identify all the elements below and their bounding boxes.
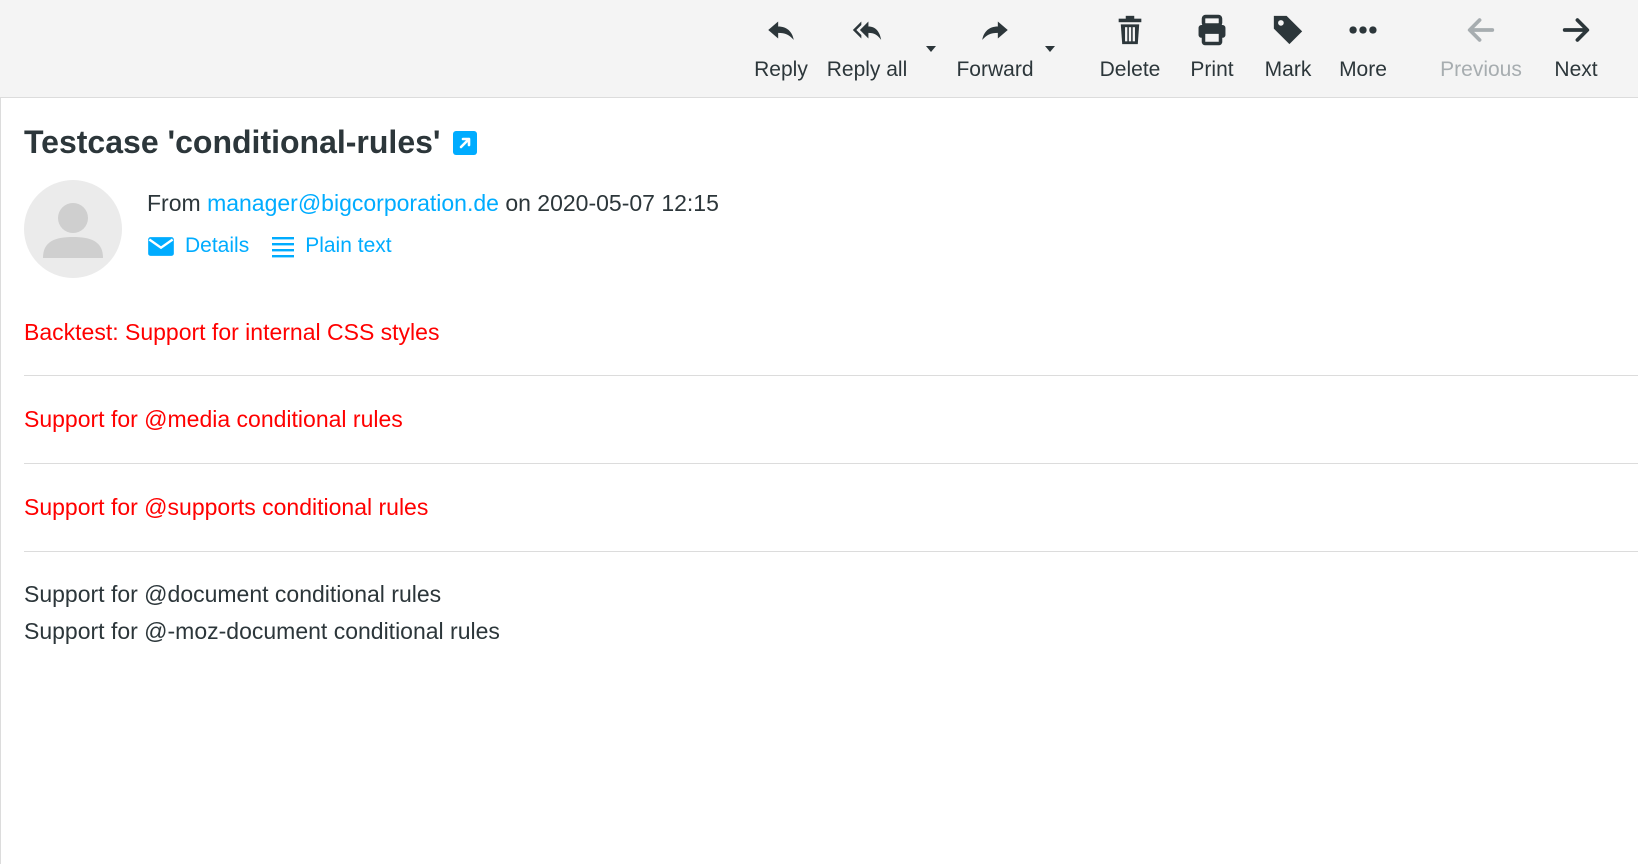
forward-button[interactable]: Forward — [952, 10, 1038, 90]
more-button[interactable]: More — [1334, 10, 1392, 90]
previous-button[interactable]: Previous — [1436, 10, 1526, 90]
sender-email-link[interactable]: manager@bigcorporation.de — [207, 190, 499, 216]
body-line-internal-css: Backtest: Support for internal CSS style… — [24, 319, 440, 345]
previous-label: Previous — [1440, 58, 1522, 81]
reply-all-label: Reply all — [826, 58, 908, 81]
printer-icon — [1192, 10, 1232, 50]
reply-all-button[interactable]: Reply all — [818, 10, 916, 90]
body-divider — [24, 375, 1638, 376]
body-divider — [24, 551, 1638, 552]
arrow-right-icon — [1556, 10, 1596, 50]
lines-icon — [272, 237, 295, 258]
message-toolbar: Reply Reply all Forward Delete Print Mar… — [0, 0, 1638, 98]
print-label: Print — [1190, 58, 1234, 81]
reply-all-dropdown-caret-icon[interactable] — [924, 42, 938, 56]
message-date: on 2020-05-07 12:15 — [505, 190, 719, 216]
mark-button[interactable]: Mark — [1260, 10, 1316, 90]
details-label: Details — [185, 234, 250, 257]
from-line: From manager@bigcorporation.de on 2020-0… — [147, 190, 719, 217]
pane-left-border — [0, 98, 1, 864]
trash-icon — [1110, 10, 1150, 50]
body-line-supports: Support for @supports conditional rules — [24, 494, 429, 520]
forward-icon — [975, 10, 1015, 50]
subject-text: Testcase 'conditional-rules' — [24, 124, 441, 160]
reply-label: Reply — [754, 58, 808, 81]
reply-icon — [761, 10, 801, 50]
open-in-new-window-icon[interactable] — [452, 130, 477, 155]
message-subject: Testcase 'conditional-rules' — [24, 124, 477, 161]
delete-button[interactable]: Delete — [1094, 10, 1166, 90]
tag-icon — [1268, 10, 1308, 50]
ellipsis-icon — [1343, 10, 1383, 50]
body-divider — [24, 463, 1638, 464]
details-link[interactable]: Details — [147, 234, 249, 258]
person-icon — [43, 203, 103, 258]
sender-avatar — [24, 180, 122, 278]
from-prefix: From — [147, 190, 201, 216]
body-line-moz-document: Support for @-moz-document conditional r… — [24, 618, 500, 644]
next-label: Next — [1554, 58, 1598, 81]
body-line-document: Support for @document conditional rules — [24, 581, 442, 607]
next-button[interactable]: Next — [1548, 10, 1604, 90]
print-button[interactable]: Print — [1182, 10, 1242, 90]
arrow-left-icon — [1461, 10, 1501, 50]
more-label: More — [1339, 58, 1387, 81]
header-links: Details Plain text — [147, 234, 392, 258]
body-line-media: Support for @media conditional rules — [24, 406, 403, 432]
plain-text-link[interactable]: Plain text — [271, 234, 392, 258]
mark-label: Mark — [1264, 58, 1312, 81]
envelope-icon — [148, 236, 174, 256]
forward-label: Forward — [956, 58, 1034, 81]
reply-all-icon — [847, 10, 887, 50]
forward-dropdown-caret-icon[interactable] — [1043, 42, 1057, 56]
delete-label: Delete — [1099, 58, 1161, 81]
plain-text-label: Plain text — [305, 234, 392, 257]
reply-button[interactable]: Reply — [748, 10, 814, 90]
